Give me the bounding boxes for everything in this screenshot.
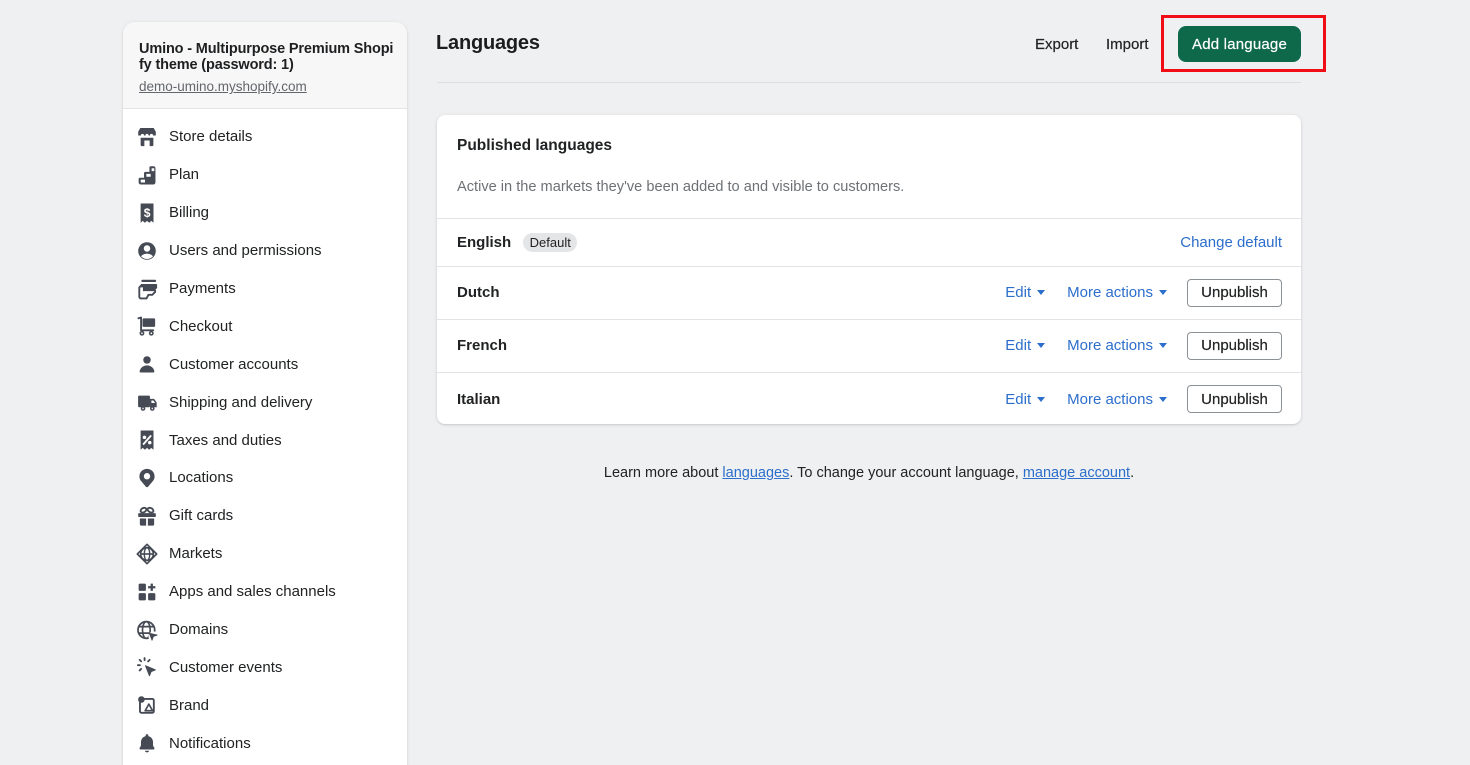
svg-text:$: $ xyxy=(144,206,151,220)
